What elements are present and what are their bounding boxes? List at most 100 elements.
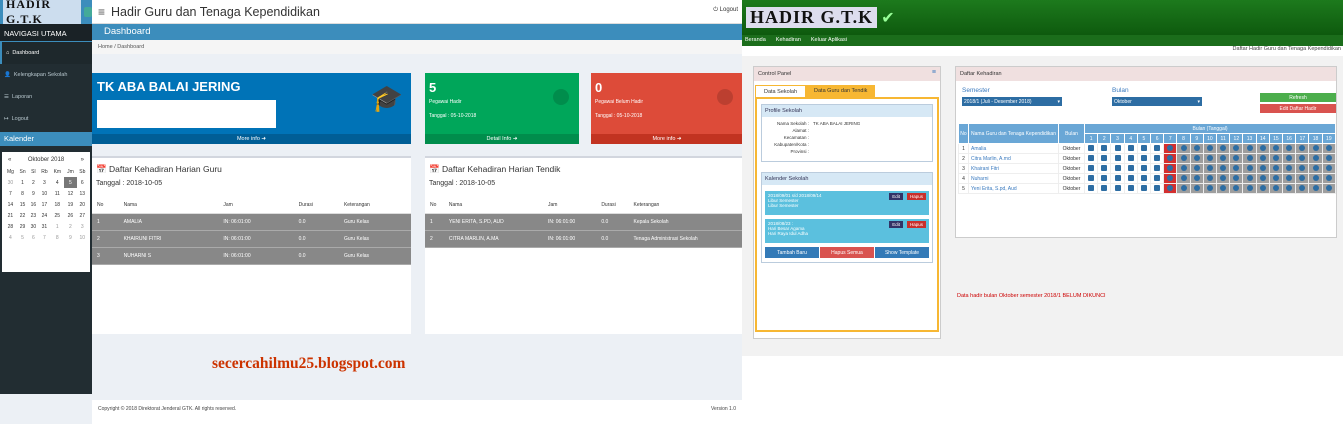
present-checkbox[interactable] [1154,164,1161,171]
present-checkbox[interactable] [1088,184,1095,191]
present-checkbox[interactable] [1154,154,1161,161]
present-checkbox[interactable] [1114,164,1121,171]
calendar-day[interactable]: 17 [39,199,51,210]
menu-toggle-icon[interactable]: ≡ [98,5,105,19]
calendar-day[interactable]: 10 [77,232,88,243]
day-cell[interactable] [1216,163,1231,174]
tab-data-guru[interactable]: Data Guru dan Tendik [806,85,876,97]
day-cell[interactable] [1229,173,1244,184]
calendar-day[interactable]: 8 [17,188,28,199]
day-cell[interactable] [1123,183,1138,194]
day-cell[interactable] [1242,173,1257,184]
menu-kehadiran[interactable]: Kehadiran [776,37,801,44]
present-checkbox[interactable] [1154,144,1161,151]
calendar-day[interactable]: 13 [77,188,88,199]
day-cell[interactable] [1097,153,1112,164]
day-cell[interactable] [1308,183,1323,194]
day-cell[interactable] [1216,143,1231,154]
calendar-day[interactable]: 4 [4,232,17,243]
day-cell[interactable] [1308,163,1323,174]
calendar-day[interactable]: 29 [17,221,28,232]
day-cell[interactable] [1268,143,1284,154]
calendar-day[interactable]: 16 [28,199,38,210]
day-cell[interactable] [1255,173,1270,184]
breadcrumb[interactable]: Home / Dashboard [92,40,742,54]
table-row[interactable]: 1 YENI ERITA, S.PD, AUD IN: 06:01:00 0.0 Kep… [425,213,742,231]
day-cell[interactable] [1176,173,1191,184]
present-checkbox[interactable] [1140,164,1147,171]
sidebar-item-logout[interactable]: ↦ Logout [0,108,92,130]
calendar-day[interactable]: 4 [50,177,64,188]
calendar-day[interactable]: 30 [28,221,38,232]
calendar-next-button[interactable]: » [81,157,84,163]
calendar-day[interactable]: 3 [39,177,51,188]
calendar-day[interactable]: 1 [17,177,28,188]
present-checkbox[interactable] [1127,184,1134,191]
calendar-day[interactable]: 25 [50,210,64,221]
day-cell[interactable] [1321,183,1337,194]
day-cell[interactable] [1295,173,1310,184]
brand-logo[interactable]: HADIR G.T.K [746,7,878,28]
table-row[interactable]: 3 NUHARNI S IN: 06:01:00 0.0 Guru Kelas [92,247,411,265]
edit-button[interactable]: Edit [889,193,903,200]
calendar-day[interactable]: 1 [50,221,64,232]
menu-keluar[interactable]: Keluar Aplikasi [811,37,847,44]
present-checkbox[interactable] [1114,174,1121,181]
logout-link[interactable]: ⏻ Logout [713,7,738,14]
day-cell[interactable] [1282,173,1297,184]
day-cell[interactable] [1189,143,1204,154]
staff-name[interactable]: Amalia [968,143,1059,154]
edit-attendance-button[interactable]: Edit Daftar Hadir [1260,104,1336,113]
day-cell[interactable] [1176,153,1191,164]
present-checkbox[interactable] [1088,164,1095,171]
day-cell[interactable] [1202,143,1218,154]
day-cell[interactable] [1163,173,1178,184]
present-checkbox[interactable] [1140,154,1147,161]
day-cell[interactable] [1083,163,1099,174]
day-cell[interactable] [1136,173,1152,184]
calendar-prev-button[interactable]: « [8,157,11,163]
day-cell[interactable] [1242,153,1257,164]
present-checkbox[interactable] [1154,174,1161,181]
calendar-day[interactable]: 18 [50,199,64,210]
day-cell[interactable] [1242,163,1257,174]
day-cell[interactable] [1123,173,1138,184]
staff-name[interactable]: Yeni Erita, S.pd, Aud [968,183,1059,194]
day-cell[interactable] [1189,173,1204,184]
menu-beranda[interactable]: Beranda [745,37,766,44]
present-checkbox[interactable] [1127,164,1134,171]
calendar-day[interactable]: 8 [50,232,64,243]
calendar-day[interactable]: 19 [64,199,76,210]
calendar-day[interactable]: 2 [64,221,76,232]
day-cell[interactable] [1282,153,1297,164]
day-cell[interactable] [1242,183,1257,194]
day-cell[interactable] [1255,183,1270,194]
day-cell[interactable] [1321,163,1337,174]
present-checkbox[interactable] [1114,184,1121,191]
day-cell[interactable] [1097,183,1112,194]
day-cell[interactable] [1202,183,1218,194]
day-cell[interactable] [1321,173,1337,184]
calendar-day[interactable]: 30 [4,177,17,188]
calendar-day[interactable]: 12 [64,188,76,199]
present-checkbox[interactable] [1088,174,1095,181]
day-cell[interactable] [1176,183,1191,194]
present-checkbox[interactable] [1088,144,1095,151]
day-cell[interactable] [1295,163,1310,174]
month-select[interactable]: Oktober ▾ [1112,97,1202,106]
calendar-day[interactable]: 21 [4,210,17,221]
day-cell[interactable] [1229,163,1244,174]
present-checkbox[interactable] [1101,174,1108,181]
present-checkbox[interactable] [1088,154,1095,161]
calendar-day[interactable]: 9 [64,232,76,243]
day-cell[interactable] [1136,183,1152,194]
day-cell[interactable] [1150,153,1165,164]
day-cell[interactable] [1255,153,1270,164]
edit-button[interactable]: Edit [889,221,903,228]
day-cell[interactable] [1110,153,1125,164]
calendar-day[interactable]: 31 [39,221,51,232]
day-cell[interactable] [1123,143,1138,154]
day-cell[interactable] [1176,143,1191,154]
day-cell[interactable] [1150,183,1165,194]
absent-more-info-link[interactable]: More info ➜ [591,134,742,144]
